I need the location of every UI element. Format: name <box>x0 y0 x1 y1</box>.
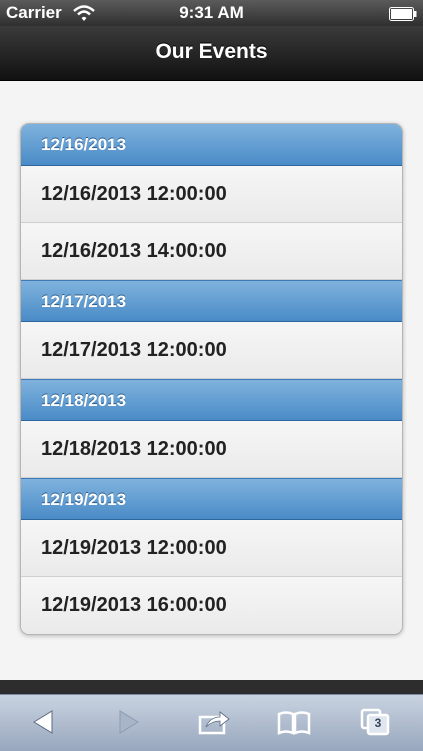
forward-arrow-icon[interactable] <box>110 707 146 737</box>
event-item[interactable]: 12/16/2013 12:00:00 <box>21 166 402 223</box>
back-arrow-icon[interactable] <box>28 707 64 737</box>
event-item[interactable]: 12/17/2013 12:00:00 <box>21 322 402 379</box>
event-item[interactable]: 12/19/2013 12:00:00 <box>21 520 402 577</box>
content-area: 12/16/2013 12/16/2013 12:00:00 12/16/201… <box>0 81 423 680</box>
event-item[interactable]: 12/18/2013 12:00:00 <box>21 421 402 478</box>
tabs-count: 3 <box>374 716 382 730</box>
share-icon[interactable] <box>196 707 232 737</box>
event-item[interactable]: 12/16/2013 14:00:00 <box>21 223 402 280</box>
bookmarks-book-icon[interactable] <box>276 707 312 737</box>
toolbar-separator <box>0 680 423 694</box>
page-title: Our Events <box>155 40 268 63</box>
date-divider: 12/17/2013 <box>21 280 402 322</box>
status-bar: Carrier 9:31 AM <box>0 0 423 26</box>
events-listview: 12/16/2013 12/16/2013 12:00:00 12/16/201… <box>20 123 403 635</box>
status-time: 9:31 AM <box>179 3 244 22</box>
event-item[interactable]: 12/19/2013 16:00:00 <box>21 577 402 634</box>
date-divider: 12/19/2013 <box>21 478 402 520</box>
date-divider: 12/16/2013 <box>21 124 402 166</box>
tabs-icon[interactable]: 3 <box>358 707 394 737</box>
page-header: Our Events <box>0 26 423 81</box>
battery-icon <box>389 6 417 21</box>
date-divider: 12/18/2013 <box>21 379 402 421</box>
browser-toolbar: 3 <box>0 694 423 751</box>
